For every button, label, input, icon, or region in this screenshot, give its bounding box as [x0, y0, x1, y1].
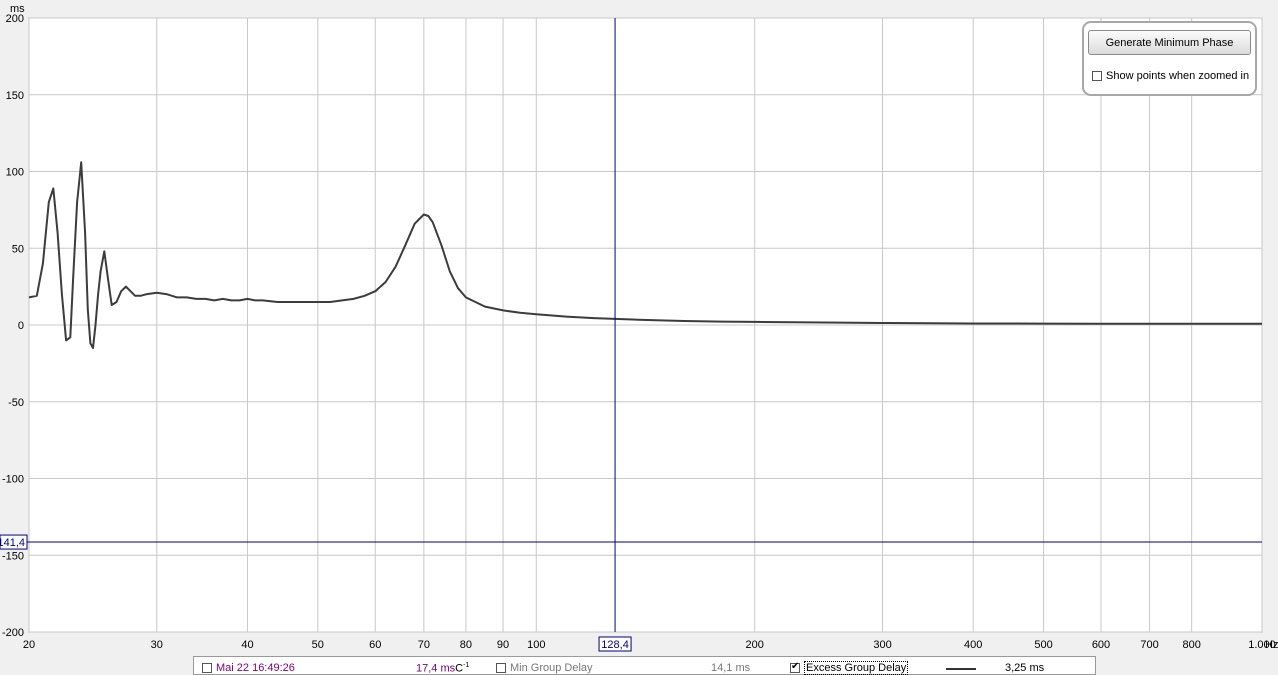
y-tick-label: 100 — [6, 167, 24, 179]
measurement-name: Mai 22 16:49:26 — [216, 662, 295, 674]
legend-bar: Mai 22 16:49:26 17,4 msC-1 Min Group Del… — [193, 656, 1096, 675]
excess-group-delay-label: Excess Group Delay — [804, 661, 909, 675]
y-tick-label: -50 — [8, 397, 24, 409]
x-unit-label: Hz — [1265, 639, 1278, 651]
measurement-toggle[interactable]: Mai 22 16:49:26 — [202, 662, 295, 674]
control-panel: Generate Minimum Phase Show points when … — [1082, 21, 1257, 96]
excess-group-delay-value: 3,25 ms — [1005, 662, 1045, 674]
cursor-x-label: 128,4 — [601, 639, 629, 651]
y-tick-label: 0 — [18, 320, 24, 332]
x-tick-label: 70 — [418, 639, 430, 651]
group-delay-chart[interactable]: 200150100500-50-100-150-20020 30 40 50 60 70 8… — [0, 0, 1278, 656]
x-tick-label: 800 — [1182, 639, 1200, 651]
x-tick-label: 200 — [746, 639, 764, 651]
show-points-option[interactable]: Show points when zoomed in — [1092, 70, 1249, 82]
x-tick-label: 50 — [312, 639, 324, 651]
cursor-y-readout: 141,4 — [0, 534, 28, 550]
y-tick-label: -100 — [2, 474, 24, 486]
min-group-delay-label: Min Group Delay — [510, 662, 593, 674]
generate-minimum-phase-button[interactable]: Generate Minimum Phase — [1088, 30, 1251, 55]
measurement-value: 17,4 msC-1 — [416, 662, 470, 675]
y-unit-label: ms — [10, 3, 25, 15]
y-tick-label: 150 — [6, 90, 24, 102]
x-tick-label: 500 — [1034, 639, 1052, 651]
min-group-delay-checkbox[interactable] — [496, 663, 506, 673]
measurement-checkbox[interactable] — [202, 663, 212, 673]
x-tick-label: 60 — [369, 639, 381, 651]
x-tick-label: 30 — [151, 639, 163, 651]
y-tick-label: -200 — [2, 627, 24, 639]
excess-line-sample — [946, 668, 976, 670]
excess-group-delay-checkbox[interactable] — [790, 661, 800, 673]
show-points-checkbox[interactable] — [1092, 71, 1102, 81]
cursor-y-label: 141,4 — [0, 537, 25, 549]
x-tick-label: 600 — [1092, 639, 1110, 651]
show-points-label: Show points when zoomed in — [1106, 70, 1250, 82]
min-group-delay-toggle[interactable]: Min Group Delay — [496, 662, 593, 674]
x-tick-label: 400 — [964, 639, 982, 651]
x-tick-label: 100 — [527, 639, 545, 651]
min-group-delay-value: 14,1 ms — [711, 662, 751, 674]
x-tick-label: 90 — [497, 639, 509, 651]
excess-group-delay-toggle[interactable]: Excess Group Delay — [790, 661, 909, 675]
y-tick-label: -150 — [2, 550, 24, 562]
x-tick-label: 300 — [873, 639, 891, 651]
x-tick-label: 40 — [241, 639, 253, 651]
x-tick-label: 700 — [1140, 639, 1158, 651]
cursor-x-readout: 128,4 — [598, 636, 632, 652]
x-tick-label: 20 — [23, 639, 35, 651]
y-tick-label: 50 — [12, 243, 24, 255]
x-tick-label: 80 — [460, 639, 472, 651]
